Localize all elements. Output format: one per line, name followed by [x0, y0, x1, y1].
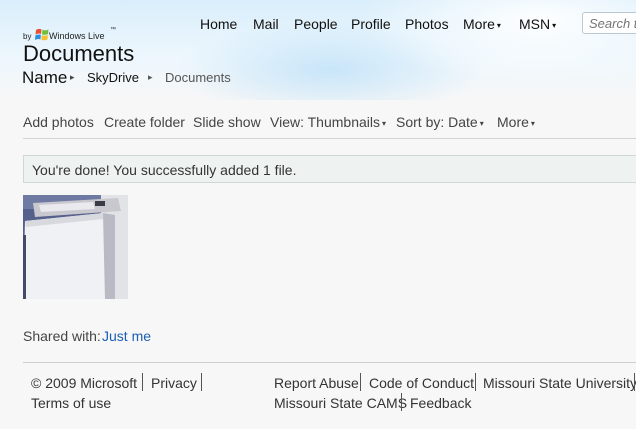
footer-privacy-link[interactable]: Privacy: [151, 375, 197, 391]
nav-more-label: More: [463, 16, 495, 32]
footer-divider: [23, 362, 636, 363]
footer-separator: [201, 373, 202, 391]
command-bar-divider: [23, 138, 636, 139]
footer-copyright: © 2009 Microsoft: [31, 375, 138, 391]
brand-trademark: ™: [110, 27, 116, 33]
footer-report-abuse-link[interactable]: Report Abuse: [274, 375, 359, 391]
breadcrumb-separator-icon: ▸: [70, 72, 75, 82]
footer-separator: [142, 373, 143, 391]
dropdown-caret-icon: ▾: [530, 119, 535, 128]
footer-separator: [634, 373, 635, 391]
breadcrumb-skydrive[interactable]: SkyDrive: [87, 70, 139, 85]
more-commands-menu[interactable]: More ▾: [497, 114, 535, 130]
dropdown-caret-icon: ▾: [479, 119, 484, 128]
view-menu-label: View: Thumbnails: [270, 114, 380, 130]
footer-cams-link[interactable]: Missouri State CAMS: [274, 395, 407, 411]
footer-code-of-conduct-link[interactable]: Code of Conduct: [369, 375, 474, 391]
nav-msn[interactable]: MSN ▾: [519, 16, 556, 32]
add-photos-button[interactable]: Add photos: [23, 114, 94, 130]
file-thumbnail[interactable]: [23, 195, 128, 299]
breadcrumb-documents: Documents: [165, 70, 231, 85]
footer-feedback-link[interactable]: Feedback: [410, 395, 471, 411]
breadcrumb-owner-name[interactable]: Name: [22, 68, 67, 88]
dropdown-caret-icon: ▾: [496, 21, 501, 30]
nav-people[interactable]: People: [294, 16, 338, 32]
create-folder-button[interactable]: Create folder: [104, 114, 185, 130]
footer-separator: [475, 373, 476, 391]
success-notice: You're done! You successfully added 1 fi…: [23, 155, 636, 183]
nav-more[interactable]: More ▾: [463, 16, 501, 32]
shared-with-link[interactable]: Just me: [102, 328, 151, 344]
washing-machine-photo: [23, 195, 128, 299]
view-menu[interactable]: View: Thumbnails ▾: [270, 114, 386, 130]
nav-msn-label: MSN: [519, 16, 551, 32]
nav-profile[interactable]: Profile: [351, 16, 391, 32]
dropdown-caret-icon: ▾: [381, 119, 386, 128]
brand-by-text: by: [23, 32, 32, 41]
brand-windows-live-text: Windows Live: [49, 31, 105, 41]
nav-home[interactable]: Home: [200, 16, 237, 32]
shared-with-label: Shared with:: [23, 328, 101, 344]
more-commands-label: More: [497, 114, 529, 130]
footer-university-link[interactable]: Missouri State University: [483, 375, 636, 391]
page-title: Documents: [23, 41, 135, 66]
slide-show-button[interactable]: Slide show: [193, 114, 261, 130]
dropdown-caret-icon: ▾: [552, 21, 557, 30]
nav-mail[interactable]: Mail: [253, 16, 279, 32]
footer-separator: [360, 373, 361, 391]
sort-menu[interactable]: Sort by: Date ▾: [396, 114, 484, 130]
sort-menu-label: Sort by: Date: [396, 114, 478, 130]
success-notice-text: You're done! You successfully added 1 fi…: [32, 162, 297, 178]
nav-photos[interactable]: Photos: [405, 16, 449, 32]
search-input[interactable]: [582, 12, 636, 34]
footer-separator: [401, 393, 402, 411]
footer-terms-link[interactable]: Terms of use: [31, 395, 111, 411]
breadcrumb-separator-icon: ▸: [148, 72, 153, 82]
